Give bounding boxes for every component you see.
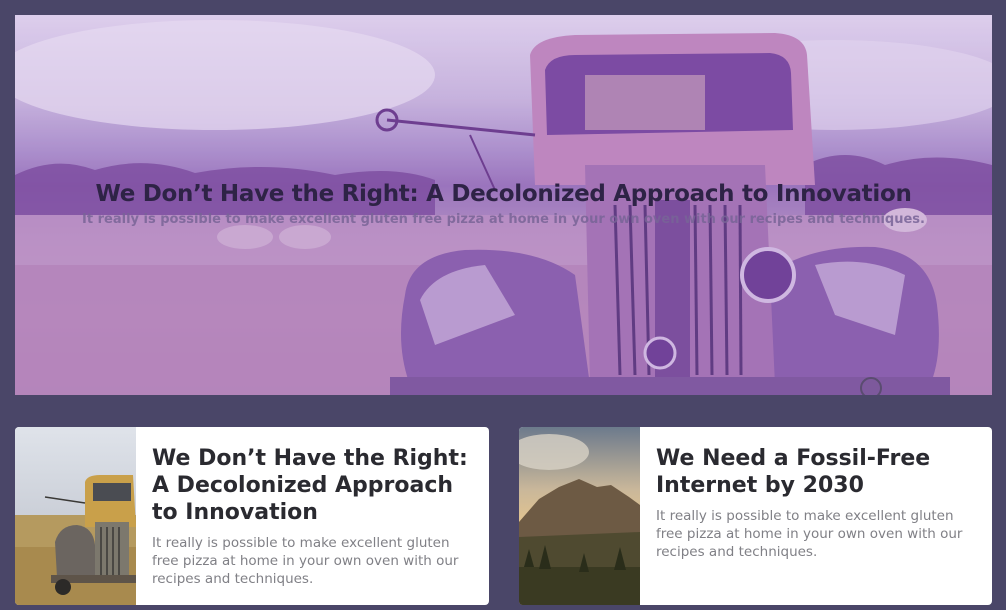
slider-dot[interactable] xyxy=(860,377,882,395)
hero-slider[interactable]: We Don’t Have the Right: A Decolonized A… xyxy=(15,15,992,395)
card-thumbnail[interactable] xyxy=(15,427,136,605)
card-title[interactable]: We Need a Fossil-Free Internet by 2030 xyxy=(656,445,978,499)
post-card[interactable]: We Need a Fossil-Free Internet by 2030 I… xyxy=(519,427,992,605)
hero-subtitle: It really is possible to make excellent … xyxy=(82,212,925,227)
card-excerpt: It really is possible to make excellent … xyxy=(656,508,963,560)
card-excerpt: It really is possible to make excellent … xyxy=(152,535,459,587)
card-title[interactable]: We Don’t Have the Right: A Decolonized A… xyxy=(152,445,475,526)
card-thumbnail[interactable] xyxy=(519,427,640,605)
hero-title[interactable]: We Don’t Have the Right: A Decolonized A… xyxy=(15,181,992,207)
truck-photo xyxy=(15,427,136,605)
post-card[interactable]: We Don’t Have the Right: A Decolonized A… xyxy=(15,427,489,605)
mountain-photo xyxy=(519,427,640,605)
